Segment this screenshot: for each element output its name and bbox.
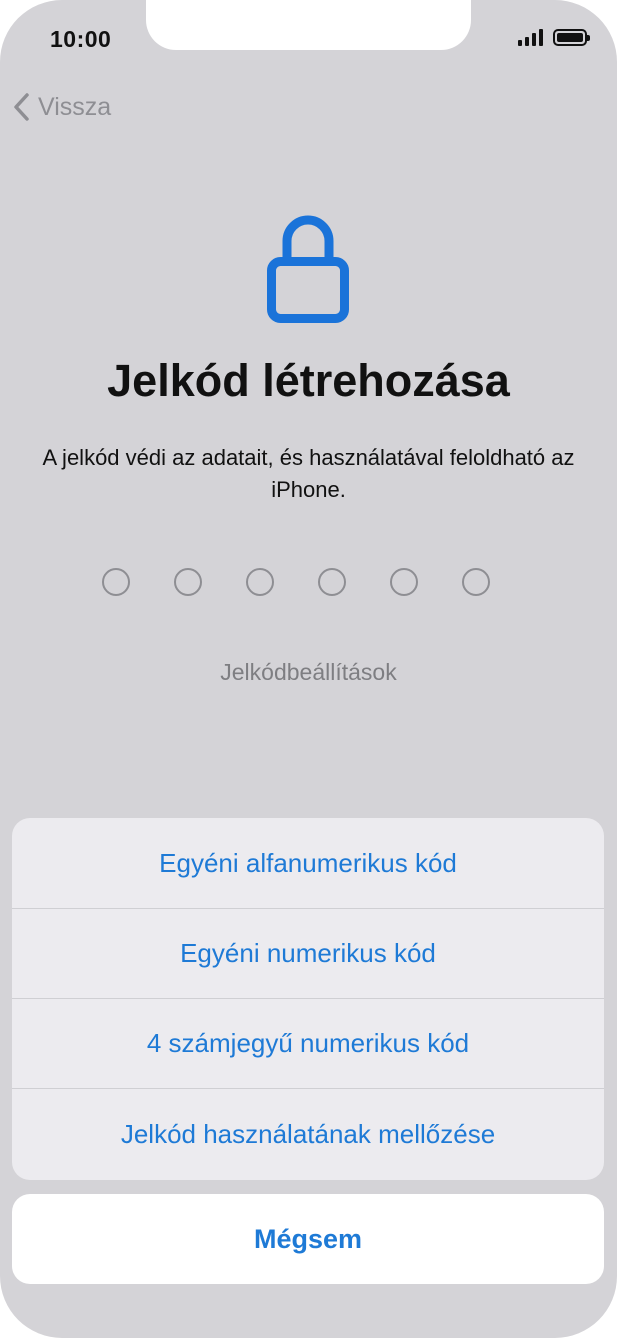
action-sheet: Egyéni alfanumerikus kód Egyéni numeriku… [12,818,604,1180]
notch [146,0,471,50]
passcode-dot [102,568,130,596]
passcode-dot [246,568,274,596]
chevron-left-icon [14,93,29,121]
status-icons [518,28,590,46]
back-button[interactable]: Vissza [12,92,111,122]
phone-screen: 10:00 Vissza Jelkód létrehozása A jelkód… [0,0,617,1338]
cancel-button[interactable]: Mégsem [12,1194,604,1284]
option-4-digit-numeric[interactable]: 4 számjegyű numerikus kód [12,999,604,1089]
page-title: Jelkód létrehozása [107,355,510,406]
passcode-dot [390,568,418,596]
back-label: Vissza [38,92,112,121]
lock-icon [263,205,353,330]
option-turn-off-passcode[interactable]: Jelkód használatának mellőzése [12,1089,604,1179]
battery-icon [553,28,590,46]
passcode-dot [462,568,490,596]
passcode-dot [174,568,202,596]
description-text: A jelkód védi az adatait, és használatáv… [42,445,575,502]
signal-icon [518,28,543,46]
passcode-dots [102,568,490,596]
passcode-dot [318,568,346,596]
option-custom-numeric[interactable]: Egyéni numerikus kód [12,909,604,999]
passcode-options-link[interactable]: Jelkódbeállítások [0,659,617,686]
status-time: 10:00 [50,26,112,52]
option-custom-alphanumeric[interactable]: Egyéni alfanumerikus kód [12,818,604,909]
